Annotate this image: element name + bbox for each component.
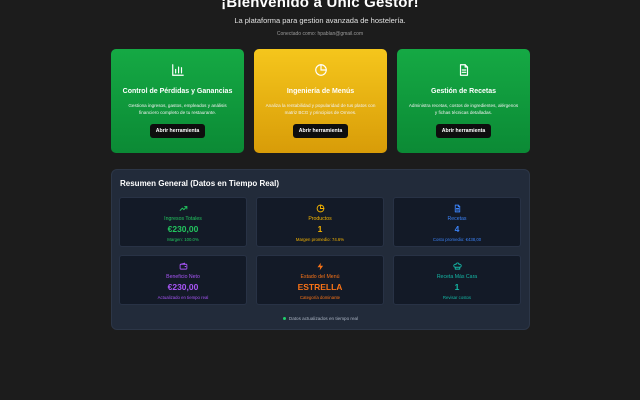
welcome-header: ¡Bienvenido a Unic Gestor! La plataforma… — [0, 0, 640, 37]
bar-chart-icon — [111, 63, 244, 79]
stat-value: 1 — [454, 282, 460, 292]
stat-footnote: Margen: 100.0% — [167, 237, 199, 242]
stat-footnote: Margen promedio: 74.6% — [295, 237, 345, 242]
connected-user: Conectado como: hpablan@gmail.com — [276, 31, 364, 37]
stat-value: ESTRELLA — [297, 282, 343, 292]
tool-title: Control de Pérdidas y Ganancias — [122, 88, 233, 95]
stat-footnote: Categoría dominante — [299, 295, 341, 300]
lightning-icon — [257, 262, 383, 271]
open-tool-button[interactable]: Abrir herramienta — [292, 124, 349, 138]
stat-label: Beneficio Neto — [166, 274, 200, 280]
tool-card-menu-engineering[interactable]: Ingeniería de Menús Analiza la rentabili… — [254, 49, 387, 153]
tool-description: Gestiona ingresos, gastos, empleados y a… — [128, 103, 227, 115]
live-data-indicator: Datos actualizados en tiempo real — [112, 316, 529, 321]
stat-label: Receta Más Cara — [436, 274, 478, 280]
stat-card-total-income: Ingresos Totales €230,00 Margen: 100.0% — [119, 197, 247, 247]
page-subtitle: La plataforma para gestion avanzada de h… — [234, 16, 406, 25]
page-title: ¡Bienvenido a Unic Gestor! — [221, 0, 419, 11]
tool-description: Administra recetas, costos de ingredient… — [408, 103, 519, 115]
stat-card-products: Productos 1 Margen promedio: 74.6% — [256, 197, 384, 247]
tool-title: Gestión de Recetas — [431, 88, 496, 95]
open-tool-button[interactable]: Abrir herramienta — [435, 124, 492, 138]
tool-title: Ingeniería de Menús — [286, 88, 355, 95]
tool-card-recipes[interactable]: Gestión de Recetas Administra recetas, c… — [397, 49, 530, 153]
stat-card-most-expensive-recipe: Receta Más Cara 1 Revisar costos — [393, 255, 521, 305]
stat-label: Estado del Menú — [300, 274, 340, 280]
live-dot-icon — [282, 317, 286, 321]
stat-footnote: Costo promedio: €438,00 — [432, 237, 482, 242]
pie-chart-icon — [257, 204, 383, 213]
stat-card-net-profit: Beneficio Neto €230,00 Actualizado en ti… — [119, 255, 247, 305]
pie-chart-icon — [254, 63, 387, 79]
stat-value: €230,00 — [167, 224, 199, 234]
stat-footnote: Actualizado en tiempo real — [157, 295, 209, 300]
trending-up-icon — [120, 204, 246, 213]
stat-label: Ingresos Totales — [164, 216, 202, 222]
summary-title: Resumen General (Datos en Tiempo Real) — [120, 179, 280, 188]
wallet-icon — [120, 262, 246, 271]
chef-hat-icon — [394, 262, 520, 271]
live-data-text: Datos actualizados en tiempo real — [288, 316, 359, 321]
summary-panel: Resumen General (Datos en Tiempo Real) I… — [111, 169, 530, 330]
document-icon — [397, 63, 530, 79]
stat-label: Recetas — [447, 216, 467, 222]
stat-footnote: Revisar costos — [442, 295, 472, 300]
stat-card-recipes: Recetas 4 Costo promedio: €438,00 — [393, 197, 521, 247]
stat-card-menu-status: Estado del Menú ESTRELLA Categoría domin… — [256, 255, 384, 305]
stat-value: 4 — [454, 224, 460, 234]
stat-value: 1 — [317, 224, 323, 234]
tool-description: Analiza la rentabilidad y popularidad de… — [265, 103, 376, 115]
document-icon — [394, 204, 520, 213]
open-tool-button[interactable]: Abrir herramienta — [149, 124, 206, 138]
tool-card-profit-loss[interactable]: Control de Pérdidas y Ganancias Gestiona… — [111, 49, 244, 153]
stat-label: Productos — [308, 216, 332, 222]
stat-value: €230,00 — [167, 282, 199, 292]
